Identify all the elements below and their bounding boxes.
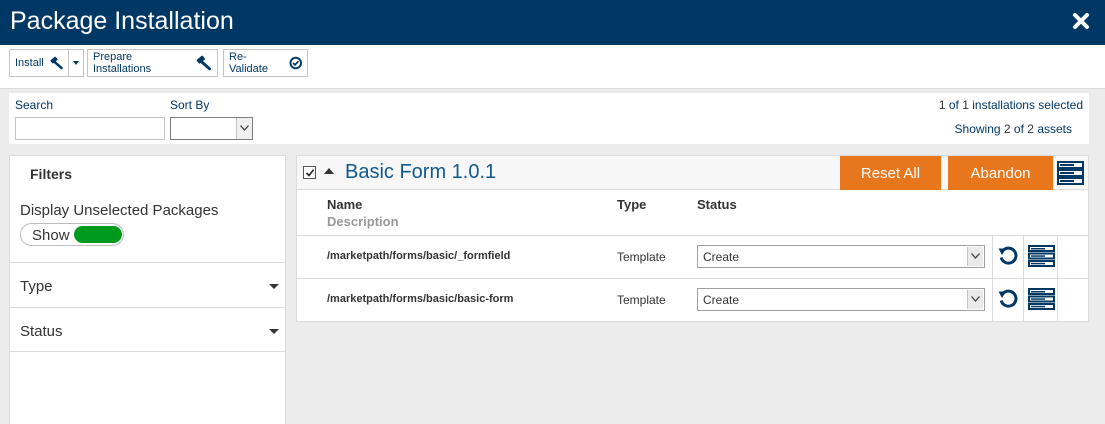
package-checkbox[interactable] <box>303 166 316 179</box>
table-row: /marketpath/forms/basic/_formfield Templ… <box>297 236 1088 279</box>
reset-all-button[interactable]: Reset All <box>840 156 941 190</box>
prepare-installations-button[interactable]: Prepare Installations <box>87 49 218 77</box>
gavel-icon <box>50 56 63 70</box>
revalidate-label: Re-Validate <box>229 51 268 75</box>
showing-count: Showing 2 of 2 assets <box>954 122 1072 136</box>
window-title: Package Installation <box>10 7 234 35</box>
filters-heading: Filters <box>30 166 73 182</box>
search-label: Search <box>15 98 54 112</box>
prepare-label: Prepare Installations <box>93 51 152 75</box>
row-status-select[interactable]: Create <box>697 245 985 268</box>
caret-down-icon <box>269 284 279 289</box>
close-icon[interactable] <box>1069 9 1093 33</box>
title-bar: Package Installation <box>0 0 1105 45</box>
col-status: Status <box>697 197 737 212</box>
toggle-label: Show <box>32 227 70 244</box>
caret-down-icon <box>269 329 279 334</box>
filter-type[interactable]: Type <box>10 262 285 307</box>
filter-type-label: Type <box>20 278 53 295</box>
col-description: Description <box>327 214 399 229</box>
undo-icon[interactable] <box>997 245 1019 267</box>
chevron-down-icon <box>236 118 252 139</box>
row-type: Template <box>617 250 666 264</box>
check-circle-icon <box>289 56 302 70</box>
search-input[interactable] <box>15 117 165 140</box>
check-icon <box>305 169 315 177</box>
collapse-caret-icon[interactable] <box>324 168 334 174</box>
filters-panel: Filters Display Unselected Packages Show… <box>9 155 286 424</box>
row-path: /marketpath/forms/basic/basic-form <box>327 293 514 305</box>
toggle-knob <box>74 226 122 243</box>
filter-status[interactable]: Status <box>10 307 285 352</box>
column-header: Name Description Type Status <box>297 191 1088 236</box>
sort-by-label: Sort By <box>170 98 210 112</box>
filter-status-label: Status <box>20 323 63 340</box>
revalidate-button[interactable]: Re-Validate <box>223 49 308 77</box>
row-status-value: Create <box>703 250 740 264</box>
chevron-down-icon <box>967 247 983 266</box>
show-toggle[interactable]: Show <box>20 223 124 246</box>
row-status-value: Create <box>703 293 740 307</box>
sort-by-select[interactable] <box>170 117 253 140</box>
col-type: Type <box>617 197 647 212</box>
selection-count: 1 of 1 installations selected <box>938 98 1083 112</box>
col-name: Name <box>327 197 363 212</box>
install-button[interactable]: Install <box>9 49 69 77</box>
row-menu-icon[interactable] <box>1028 288 1055 310</box>
table-row: /marketpath/forms/basic/basic-form Templ… <box>297 279 1088 322</box>
chevron-down-icon <box>967 290 983 309</box>
row-status-select[interactable]: Create <box>697 288 985 311</box>
undo-icon[interactable] <box>997 288 1019 310</box>
row-path: /marketpath/forms/basic/_formfield <box>327 250 511 262</box>
toolbar: Install Prepare Installations Re-Validat… <box>0 45 1105 89</box>
display-unselected-label: Display Unselected Packages <box>20 202 219 219</box>
package-title: Basic Form 1.0.1 <box>345 161 497 183</box>
row-type: Template <box>617 293 666 307</box>
install-label: Install <box>15 57 44 69</box>
search-panel: Search Sort By 1 of 1 installations sele… <box>9 93 1089 144</box>
row-menu-icon[interactable] <box>1028 245 1055 267</box>
abandon-button[interactable]: Abandon <box>948 156 1053 190</box>
package-header: Basic Form 1.0.1 Reset All Abandon <box>297 156 1088 190</box>
package-menu-icon[interactable] <box>1057 161 1084 185</box>
package-panel: Basic Form 1.0.1 Reset All Abandon Name … <box>296 155 1089 322</box>
gavel-icon <box>197 55 212 71</box>
install-dropdown-button[interactable] <box>68 49 84 77</box>
